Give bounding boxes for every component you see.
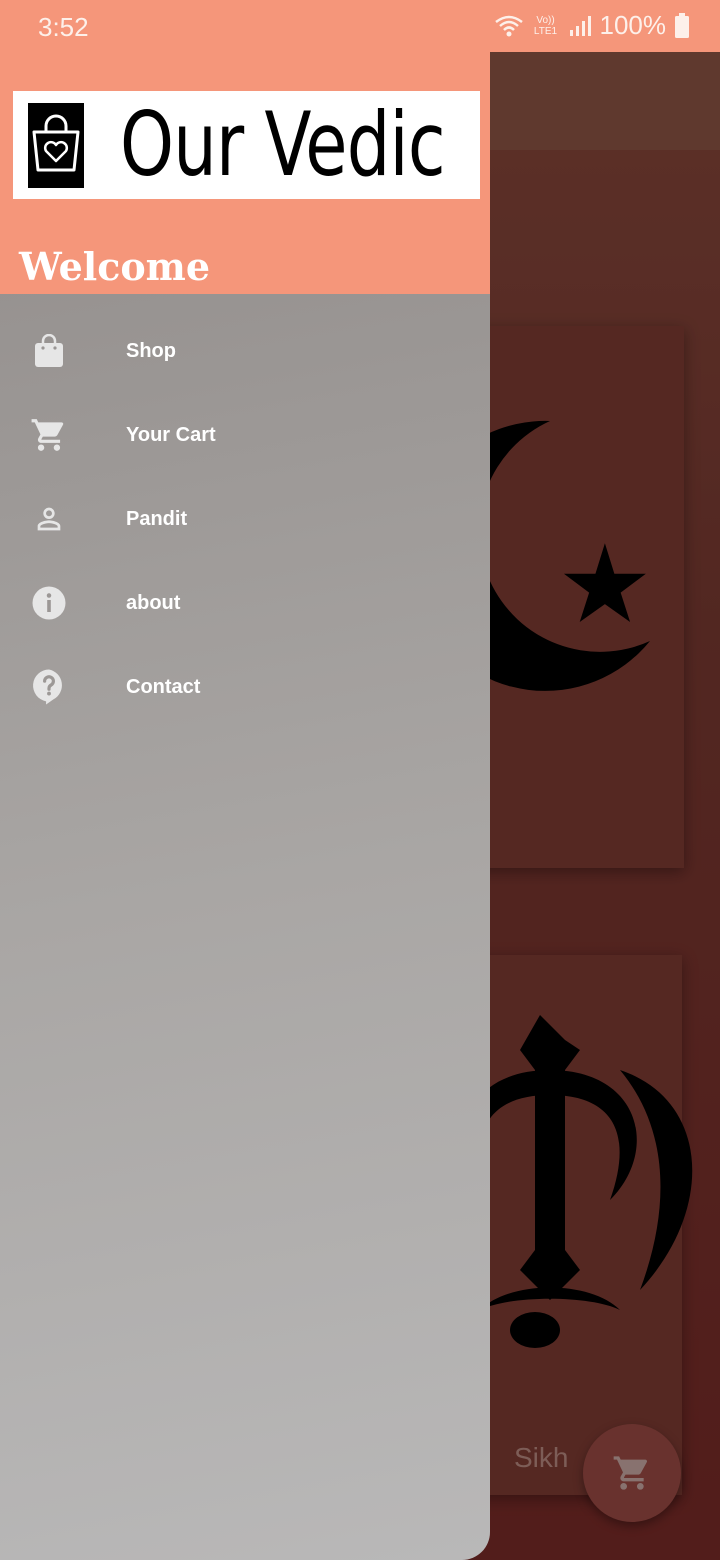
battery-icon — [675, 12, 689, 38]
drawer-item-label: Shop — [126, 339, 176, 362]
drawer-header: Our Vedic Welcome — [0, 52, 490, 294]
shopping-bag-heart-icon — [28, 102, 84, 188]
app-logo-text: Our Vedic — [120, 93, 446, 196]
drawer-item-pandit[interactable]: Pandit — [0, 477, 490, 561]
welcome-text: Welcome — [19, 244, 211, 289]
drawer-item-label: about — [126, 591, 181, 614]
network-type-label: Vo)) LTE1 — [533, 14, 558, 37]
app-logo: Our Vedic — [13, 91, 480, 199]
drawer-item-label: Pandit — [126, 507, 188, 530]
drawer-item-label: Your Cart — [126, 423, 216, 446]
shopping-bag-icon — [30, 332, 68, 370]
drawer-item-cart[interactable]: Your Cart — [0, 393, 490, 477]
drawer-menu: Shop Your Cart Pandit about Contact — [0, 309, 490, 729]
help-icon — [30, 668, 68, 706]
battery-percent: 100% — [599, 10, 667, 40]
cart-icon — [30, 416, 68, 454]
status-time: 3:52 — [38, 12, 89, 42]
signal-icon — [569, 15, 591, 36]
drawer-item-shop[interactable]: Shop — [0, 309, 490, 393]
drawer-item-contact[interactable]: Contact — [0, 645, 490, 729]
status-bar: 3:52 Vo)) LTE1 100% — [0, 0, 720, 52]
navigation-drawer: Our Vedic Welcome Shop Your Cart Pandit — [0, 52, 490, 1560]
wifi-icon — [494, 15, 523, 36]
info-icon — [30, 584, 68, 622]
person-icon — [30, 500, 68, 538]
status-icons: Vo)) LTE1 100% — [494, 10, 691, 41]
drawer-item-about[interactable]: about — [0, 561, 490, 645]
drawer-item-label: Contact — [126, 675, 201, 698]
